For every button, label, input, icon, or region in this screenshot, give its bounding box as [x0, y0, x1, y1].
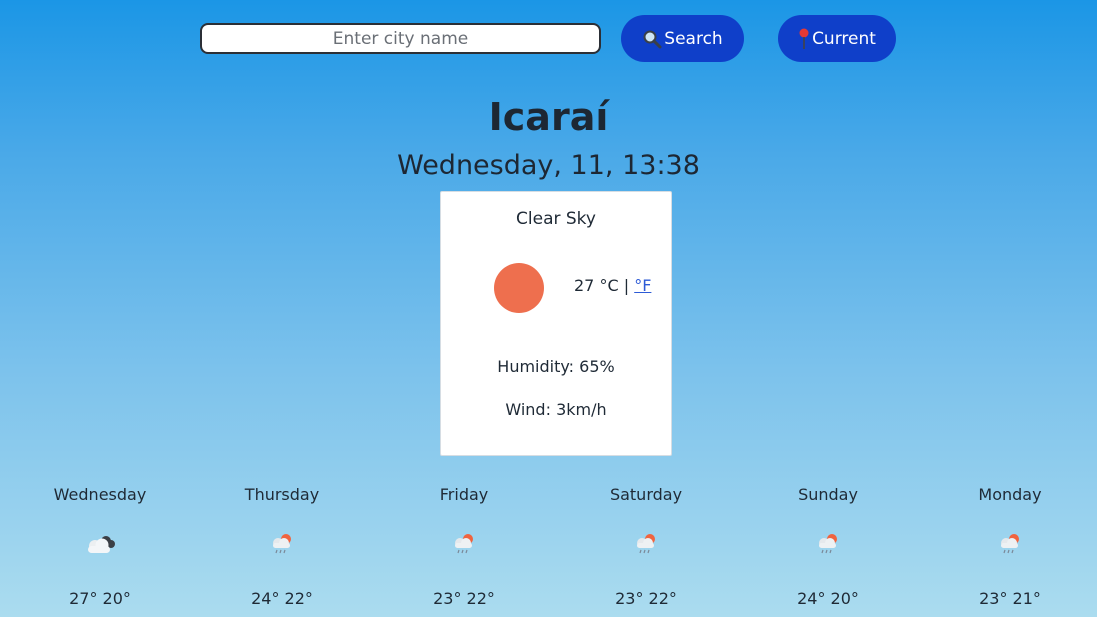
forecast-temps: 24° 20°	[797, 589, 859, 608]
current-button-label: Current	[812, 28, 876, 49]
fahrenheit-link[interactable]: °F	[634, 276, 651, 295]
forecast-day: Saturday 23° 22°	[566, 483, 726, 608]
rain-sun-icon	[637, 534, 655, 554]
weather-description: Clear Sky	[516, 209, 596, 229]
forecast-day: Sunday 24° 20°	[748, 483, 908, 608]
rain-sun-icon	[1001, 534, 1019, 554]
rain-sun-icon	[819, 534, 837, 554]
temperature-value: 27	[574, 276, 595, 295]
forecast-day: Thursday 24° 22°	[202, 483, 362, 608]
forecast-day-name: Monday	[978, 485, 1042, 504]
unit-separator: |	[623, 276, 630, 295]
forecast-temps: 24° 22°	[251, 589, 313, 608]
wind: Wind: 3km/h	[505, 400, 607, 419]
forecast-temps: 23° 22°	[615, 589, 677, 608]
search-bar: Search Current	[0, 15, 1097, 62]
date-time: Wednesday, 11, 13:38	[397, 150, 700, 181]
forecast-day: Monday 23° 21°	[930, 483, 1090, 608]
forecast-temps: 23° 22°	[433, 589, 495, 608]
forecast-temps: 27° 20°	[69, 589, 131, 608]
forecast-day-name: Saturday	[609, 485, 683, 504]
forecast-temps: 23° 21°	[979, 589, 1041, 608]
pushpin-icon	[799, 28, 809, 49]
forecast-day: Wednesday 27° 20°	[20, 483, 180, 608]
current-temperature: 27 °C | °F	[574, 276, 651, 295]
city-name: Icaraí	[488, 95, 609, 139]
celsius-unit[interactable]: °C	[599, 276, 618, 295]
rain-sun-icon	[273, 534, 291, 554]
forecast-day-name: Wednesday	[53, 485, 147, 504]
forecast-day-name: Sunday	[798, 485, 858, 504]
magnifier-icon	[643, 30, 662, 48]
current-location-button[interactable]: Current	[778, 15, 896, 62]
humidity: Humidity: 65%	[497, 357, 615, 376]
current-weather-card: Clear Sky 27 °C | °F Humidity: 65% Wind:…	[440, 191, 672, 456]
search-button[interactable]: Search	[621, 15, 744, 62]
forecast-day: Friday 23° 22°	[384, 483, 544, 608]
city-search-input[interactable]	[200, 23, 601, 54]
rain-sun-icon	[455, 534, 473, 554]
forecast-day-name: Thursday	[244, 485, 320, 504]
forecast-row: Wednesday 27° 20° Thursday 24° 22° Frida…	[0, 483, 1097, 613]
search-button-label: Search	[664, 28, 723, 49]
forecast-day-name: Friday	[439, 485, 489, 504]
cloudy-icon	[88, 536, 115, 553]
clear-sky-sun-icon	[494, 263, 544, 313]
